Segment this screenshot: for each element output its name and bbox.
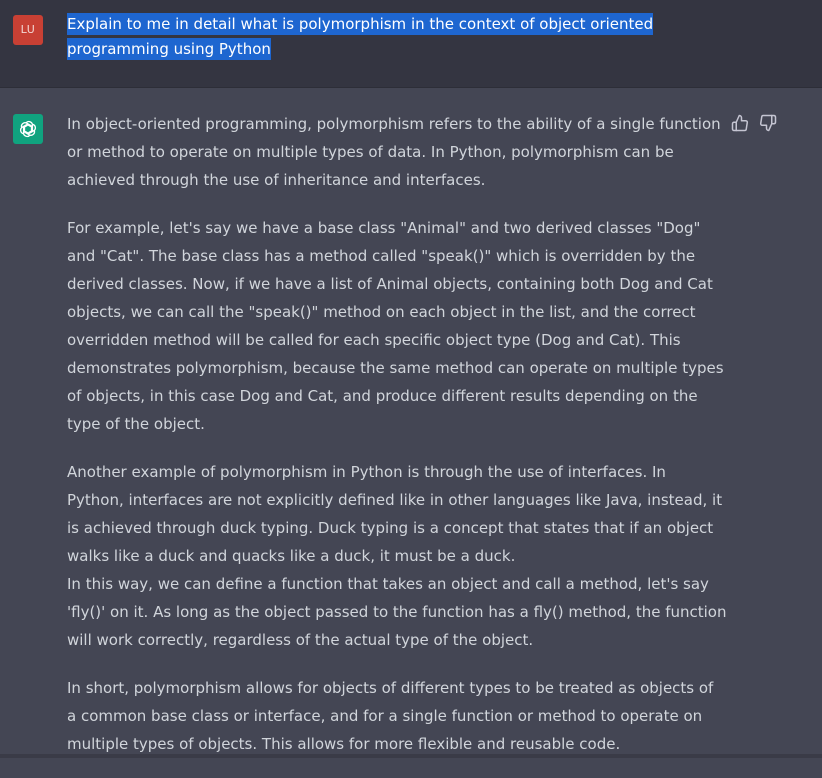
answer-paragraph: In short, polymorphism allows for object… — [67, 679, 714, 753]
user-message-text: Explain to me in detail what is polymorp… — [67, 13, 654, 60]
thumbs-up-button[interactable] — [731, 114, 751, 134]
user-avatar: LU — [13, 15, 43, 45]
bottom-divider — [0, 754, 822, 758]
thumbs-down-icon — [759, 114, 777, 132]
answer-paragraph: Another example of polymorphism in Pytho… — [67, 463, 727, 649]
openai-logo-icon — [20, 120, 36, 138]
answer-paragraph: For example, let's say we have a base cl… — [67, 219, 724, 433]
assistant-avatar — [13, 114, 43, 144]
answer-paragraph: In object-oriented programming, polymorp… — [67, 115, 721, 189]
thumbs-down-button[interactable] — [759, 114, 779, 134]
user-message-row: LU Explain to me in detail what is polym… — [0, 0, 822, 88]
thumbs-up-icon — [731, 114, 749, 132]
user-message[interactable]: Explain to me in detail what is polymorp… — [67, 12, 667, 62]
assistant-answer: In object-oriented programming, polymorp… — [67, 110, 727, 778]
assistant-message-row: In object-oriented programming, polymorp… — [0, 88, 822, 754]
